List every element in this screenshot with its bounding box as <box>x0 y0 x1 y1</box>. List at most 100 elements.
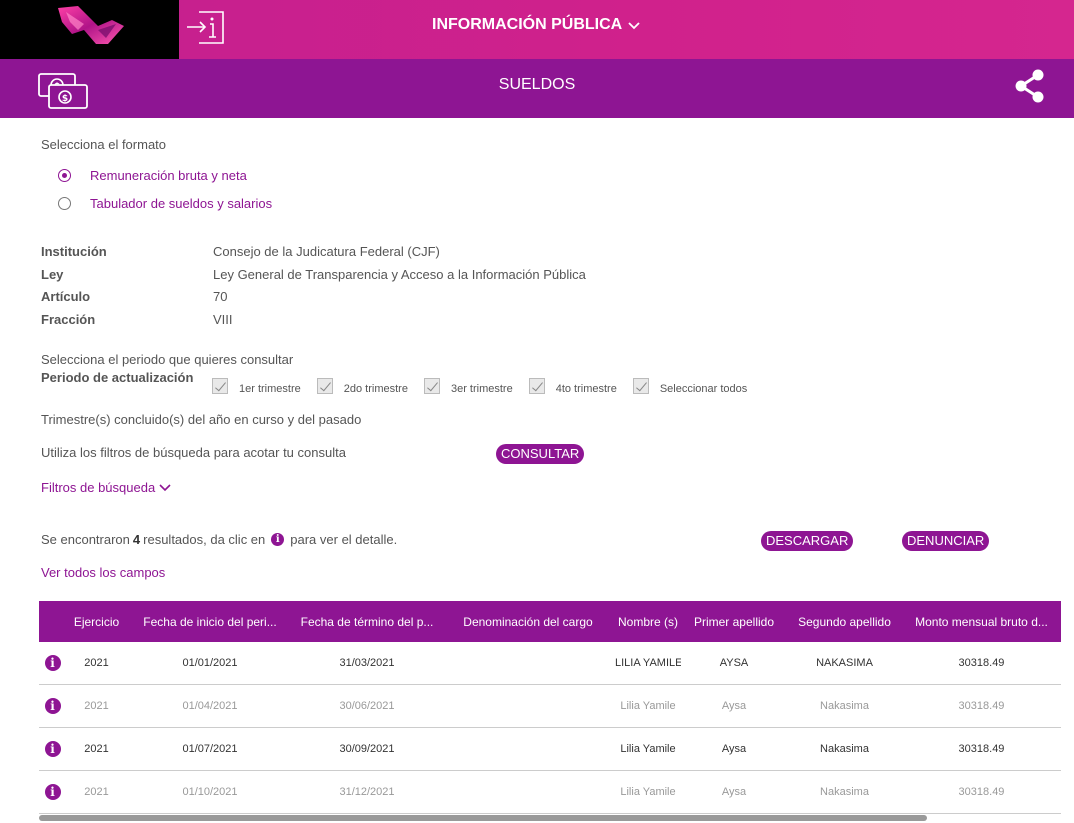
ver-todos-los-campos-link[interactable]: Ver todos los campos <box>41 565 165 580</box>
radio-label-remuneracion: Remuneración bruta y neta <box>90 168 247 183</box>
table-header-cell[interactable]: Nombre (s) <box>615 615 681 629</box>
consultar-button[interactable]: CONSULTAR <box>496 444 585 464</box>
checkbox-4to-trimestre[interactable]: 4to trimestre <box>528 377 617 395</box>
checkbox[interactable] <box>423 378 440 394</box>
site-logo[interactable] <box>0 0 179 59</box>
checkbox-2do-trimestre[interactable]: 2do trimestre <box>316 377 408 395</box>
radio-label-tabulador: Tabulador de sueldos y salarios <box>90 196 273 211</box>
table-row: i 2021 01/01/2021 31/03/2021 LILIA YAMIL… <box>39 642 1061 685</box>
articulo-value: 70 <box>213 289 228 304</box>
table-header: Ejercicio Fecha de inicio del peri... Fe… <box>39 601 1061 642</box>
table-header-cell[interactable]: Primer apellido <box>681 615 787 629</box>
checkbox-label: 1er trimestre <box>239 383 301 395</box>
table-cell: 2021 <box>84 700 109 712</box>
top-header: INFORMACIÓN PÚBLICA <box>0 0 1074 59</box>
table-cell: 31/03/2021 <box>339 657 395 669</box>
table-cell: 2021 <box>84 657 109 669</box>
results-table: Ejercicio Fecha de inicio del peri... Fe… <box>39 601 1061 814</box>
periodo-prompt: Selecciona el periodo que quieres consul… <box>41 352 294 367</box>
denunciar-button[interactable]: DENUNCIAR <box>902 531 990 551</box>
results-count: 4 <box>132 532 141 547</box>
checkbox[interactable] <box>528 378 545 394</box>
info-icon[interactable]: i <box>44 741 61 757</box>
chevron-down-icon <box>628 22 640 30</box>
formato-prompt: Selecciona el formato <box>41 137 167 152</box>
table-header-cell[interactable]: Fecha de término del p... <box>293 615 441 629</box>
results-suffix: para ver el detalle. <box>290 532 398 547</box>
login-info-icon[interactable] <box>185 8 229 46</box>
radio-tabulador[interactable]: Tabulador de sueldos y salarios <box>58 196 272 211</box>
ribbon-logo-icon <box>58 6 124 44</box>
checkbox[interactable] <box>212 378 228 394</box>
info-icon[interactable]: i <box>44 698 61 714</box>
table-cell: Lilia Yamile <box>620 700 676 712</box>
institucion-value: Consejo de la Judicatura Federal (CJF) <box>213 244 440 259</box>
informacion-publica-menu[interactable]: INFORMACIÓN PÚBLICA <box>432 16 640 34</box>
ley-value: Ley General de Transparencia y Acceso a … <box>213 267 586 282</box>
checkbox-3er-trimestre[interactable]: 3er trimestre <box>423 377 513 395</box>
fraccion-label: Fracción <box>41 312 96 327</box>
table-cell: Aysa <box>721 743 747 755</box>
table-cell: 2021 <box>84 786 109 798</box>
results-prefix: Se encontraron <box>41 532 130 547</box>
checkbox-1er-trimestre[interactable]: 1er trimestre <box>212 377 301 395</box>
checkbox[interactable] <box>316 378 333 394</box>
articulo-label: Artículo <box>41 289 91 304</box>
institucion-label: Institución <box>41 244 107 259</box>
checkbox-seleccionar-todos[interactable]: Seleccionar todos <box>632 377 748 395</box>
table-cell: Lilia Yamile <box>620 743 676 755</box>
table-row: i 2021 01/04/2021 30/06/2021 Lilia Yamil… <box>39 685 1061 728</box>
section-header: $ $ SUELDOS <box>0 59 1074 118</box>
radio-button[interactable] <box>58 197 71 210</box>
table-cell: 2021 <box>84 743 109 755</box>
table-cell: 30318.49 <box>958 700 1005 712</box>
table-header-cell[interactable]: Denominación del cargo <box>441 615 615 629</box>
checkbox-label: Seleccionar todos <box>659 383 748 395</box>
table-cell: 01/01/2021 <box>182 657 238 669</box>
table-header-cell[interactable]: Fecha de inicio del peri... <box>127 615 293 629</box>
filtros-busqueda-toggle[interactable]: Filtros de búsqueda <box>41 480 171 495</box>
results-summary: Se encontraron 4 resultados, da clic en … <box>41 532 397 547</box>
ley-label: Ley <box>41 267 64 282</box>
table-header-cell[interactable]: Ejercicio <box>66 615 127 629</box>
table-row: i 2021 01/10/2021 31/12/2021 Lilia Yamil… <box>39 771 1061 814</box>
table-header-cell[interactable]: Segundo apellido <box>787 615 902 629</box>
table-cell: AYSA <box>719 657 749 669</box>
descargar-button[interactable]: DESCARGAR <box>761 531 854 551</box>
radio-button-selected[interactable] <box>58 169 71 182</box>
share-icon[interactable] <box>1014 69 1046 103</box>
table-cell: Nakasima <box>820 743 869 755</box>
filtros-busqueda-label: Filtros de búsqueda <box>41 480 156 495</box>
table-cell: 01/10/2021 <box>182 786 238 798</box>
checkbox-label: 2do trimestre <box>343 383 408 395</box>
page-title: SUELDOS <box>498 76 576 93</box>
table-cell: LILIA YAMILE <box>615 657 681 669</box>
horizontal-scrollbar[interactable] <box>39 815 927 821</box>
results-middle: resultados, da clic en <box>143 532 266 547</box>
table-cell: 01/07/2021 <box>182 743 238 755</box>
periodo-label: Periodo de actualización <box>41 370 194 385</box>
checkbox-label: 4to trimestre <box>555 383 617 395</box>
info-icon[interactable]: i <box>44 784 61 800</box>
table-cell: 30/06/2021 <box>339 700 395 712</box>
table-cell: 30318.49 <box>958 743 1005 755</box>
table-cell: Aysa <box>721 700 747 712</box>
table-cell: 01/04/2021 <box>182 700 238 712</box>
periodo-note: Trimestre(s) concluido(s) del año en cur… <box>41 412 362 427</box>
checkbox[interactable] <box>632 378 649 394</box>
info-icon: i <box>271 533 285 546</box>
periodo-checkboxes: 1er trimestre 2do trimestre 3er trimestr… <box>212 377 763 395</box>
table-cell: 30318.49 <box>958 657 1005 669</box>
info-icon[interactable]: i <box>44 655 61 671</box>
radio-remuneracion[interactable]: Remuneración bruta y neta <box>58 168 247 183</box>
table-row: i 2021 01/07/2021 30/09/2021 Lilia Yamil… <box>39 728 1061 771</box>
fraccion-value: VIII <box>213 312 233 327</box>
informacion-publica-label: INFORMACIÓN PÚBLICA <box>432 16 623 33</box>
table-header-cell[interactable]: Monto mensual bruto d... <box>902 615 1061 629</box>
svg-text:$: $ <box>62 94 68 104</box>
chevron-down-icon <box>159 483 171 491</box>
table-cell: 30/09/2021 <box>339 743 395 755</box>
consulta-prompt: Utiliza los filtros de búsqueda para aco… <box>41 445 346 460</box>
table-cell: Nakasima <box>820 700 869 712</box>
table-cell: Nakasima <box>820 786 869 798</box>
